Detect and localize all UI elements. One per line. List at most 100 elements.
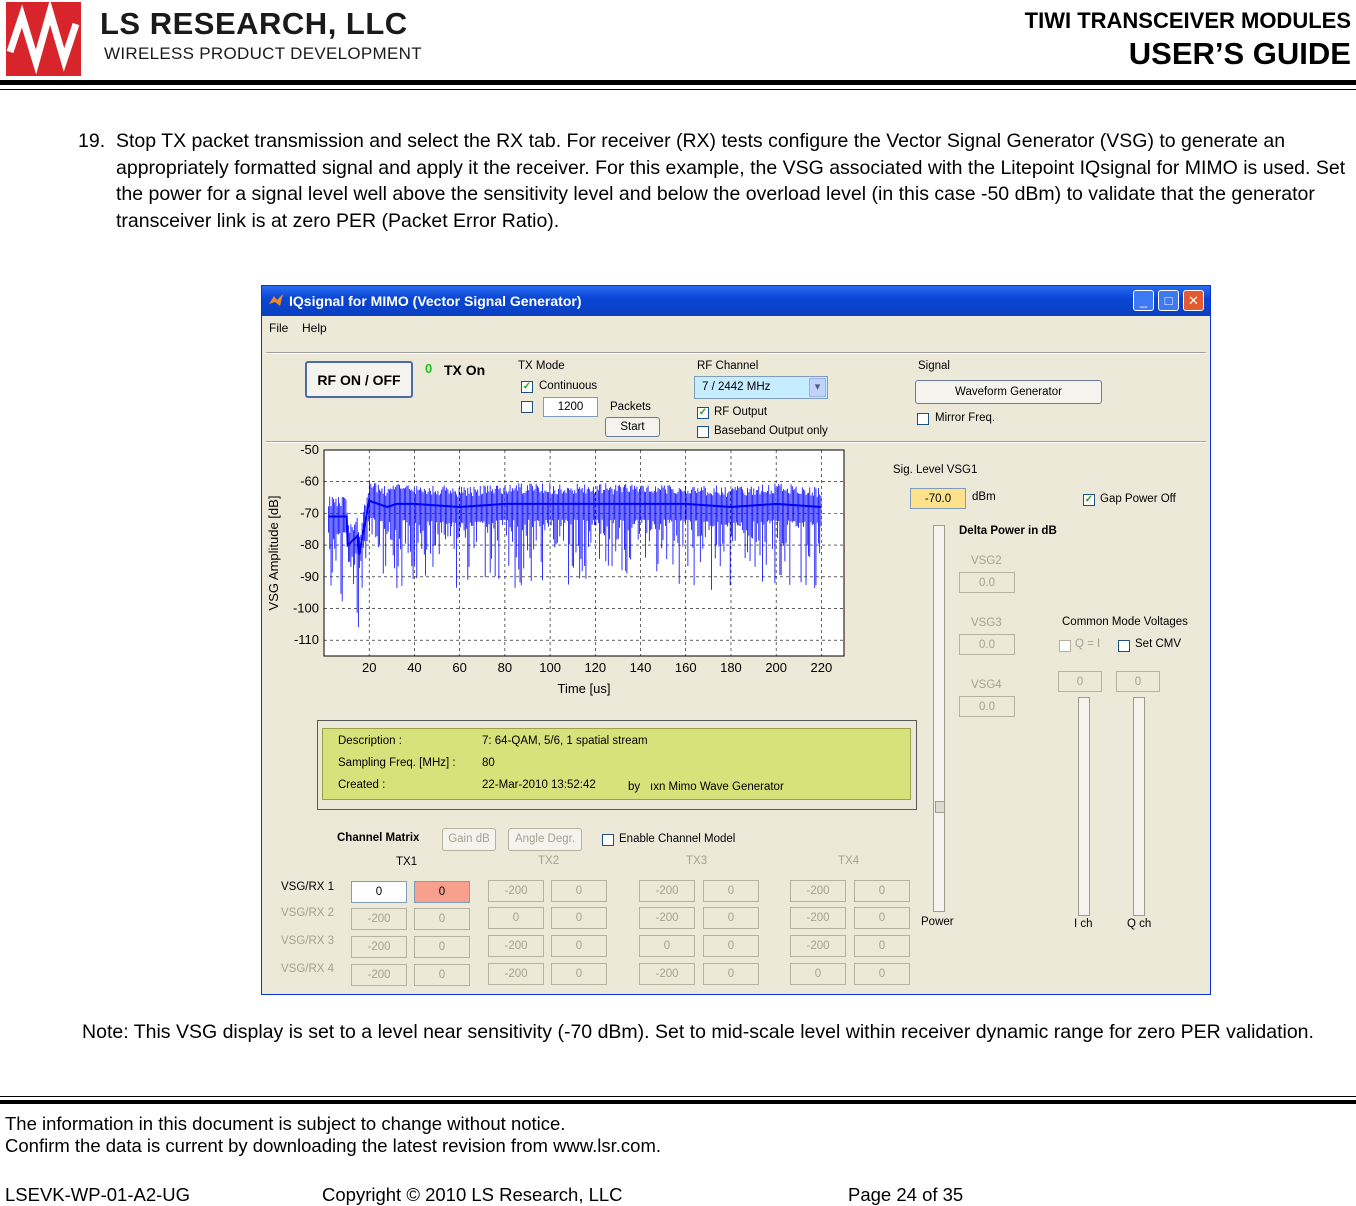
rf-output-checkbox[interactable]: ✓ [697, 407, 709, 419]
header-rule-thin [0, 89, 1356, 90]
matrix-cell[interactable]: -200 [351, 908, 407, 930]
matrix-cell[interactable]: 0 [414, 964, 470, 986]
company-name: LS RESEARCH, LLC [100, 6, 408, 41]
matrix-cell[interactable]: -200 [488, 935, 544, 957]
matrix-cell[interactable]: 0 [488, 907, 544, 929]
matrix-cell[interactable]: -200 [351, 964, 407, 986]
x-tick-label: 100 [539, 660, 561, 675]
x-tick-label: 140 [630, 660, 652, 675]
gap-power-checkbox[interactable]: ✓ [1083, 494, 1095, 506]
matrix-cell[interactable]: 0 [703, 907, 759, 929]
enable-channel-model-checkbox[interactable] [602, 834, 614, 846]
chevron-down-icon[interactable]: ▾ [809, 378, 826, 397]
matrix-cell[interactable]: 0 [854, 907, 910, 929]
vsg2-input[interactable]: 0.0 [959, 572, 1015, 593]
matrix-cell[interactable]: 0 [414, 908, 470, 930]
matrix-cell[interactable]: 0 [639, 935, 695, 957]
x-tick-label: 220 [811, 660, 833, 675]
logo-waveform-icon [6, 0, 80, 75]
matrix-cell[interactable]: 0 [551, 935, 607, 957]
delta-power-label: Delta Power in dB [959, 525, 1057, 537]
power-slider[interactable] [933, 525, 945, 912]
power-slider-thumb[interactable] [935, 801, 945, 813]
row-label: VSG/RX 1 [281, 881, 335, 893]
vsg3-input[interactable]: 0.0 [959, 634, 1015, 655]
matrix-cell[interactable]: -200 [790, 880, 846, 902]
matrix-cell[interactable]: 0 [551, 880, 607, 902]
matrix-cell[interactable]: -200 [639, 963, 695, 985]
cmv-i-input[interactable]: 0 [1058, 671, 1102, 692]
gap-power-label: Gap Power Off [1100, 493, 1176, 505]
start-button[interactable]: Start [605, 417, 660, 437]
x-tick-label: 60 [452, 660, 466, 675]
matrix-cell[interactable]: -200 [488, 963, 544, 985]
step-paragraph: 19. Stop TX packet transmission and sele… [78, 128, 1346, 234]
matrix-cell[interactable]: 0 [854, 880, 910, 902]
mirror-freq-checkbox[interactable] [917, 413, 929, 425]
angle-degr-button[interactable]: Angle Degr. [508, 828, 582, 851]
continuous-label: Continuous [539, 380, 598, 392]
row-label: VSG/RX 2 [281, 907, 335, 919]
matrix-cell[interactable]: -200 [351, 936, 407, 958]
step-text: Stop TX packet transmission and select t… [116, 130, 1346, 232]
cmv-q-input[interactable]: 0 [1116, 671, 1160, 692]
matrix-cell[interactable]: 0 [551, 907, 607, 929]
menu-help[interactable]: Help [302, 321, 327, 335]
set-cmv-checkbox[interactable] [1118, 640, 1130, 652]
matrix-cell[interactable]: 0 [414, 881, 470, 903]
qi-checkbox[interactable] [1059, 640, 1071, 652]
maximize-button[interactable]: □ [1158, 290, 1179, 311]
minimize-button[interactable]: _ [1133, 290, 1154, 311]
x-tick-label: 180 [720, 660, 742, 675]
vsg-amplitude-chart: -50 -60 -70 -80 -90 -100 -110 20 40 60 80 100 120 140… [266, 442, 845, 696]
matrix-cell[interactable]: -200 [639, 880, 695, 902]
matrix-cell[interactable]: 0 [854, 935, 910, 957]
matrix-cell[interactable]: 0 [703, 935, 759, 957]
packet-count-input[interactable]: 1200 [543, 397, 598, 417]
menu-file[interactable]: File [269, 321, 288, 335]
tx4-header: TX4 [838, 855, 860, 867]
matrix-cell[interactable]: -200 [488, 880, 544, 902]
matrix-cell[interactable]: 0 [790, 963, 846, 985]
vsg4-input[interactable]: 0.0 [959, 696, 1015, 717]
company-logo [6, 0, 81, 76]
x-tick-label: 200 [765, 660, 787, 675]
packets-label: Packets [610, 401, 651, 413]
matrix-cell[interactable]: 0 [854, 963, 910, 985]
matrix-cell[interactable]: 0 [414, 936, 470, 958]
close-button[interactable]: ✕ [1183, 290, 1204, 311]
rf-on-off-button[interactable]: RF ON / OFF [305, 361, 413, 398]
packets-checkbox[interactable] [521, 401, 533, 413]
matrix-cell[interactable]: -200 [790, 907, 846, 929]
x-tick-label: 160 [675, 660, 697, 675]
gain-db-button[interactable]: Gain dB [442, 828, 496, 851]
q-channel-label: Q ch [1127, 918, 1152, 930]
footer-notice: The information in this document is subj… [5, 1113, 566, 1134]
sampling-value: 80 [482, 757, 495, 769]
footer-rule [0, 1100, 1356, 1104]
footer-page-number: Page 24 of 35 [848, 1184, 964, 1205]
vsg2-label: VSG2 [971, 555, 1002, 567]
set-cmv-label: Set CMV [1135, 638, 1182, 650]
matrix-cell[interactable]: 0 [351, 881, 407, 903]
description-panel: Description : 7: 64-QAM, 5/6, 1 spatial … [322, 728, 911, 800]
by-value: ıxn Mimo Wave Generator [650, 781, 784, 793]
matrix-cell[interactable]: 0 [703, 963, 759, 985]
matrix-cell[interactable]: 0 [551, 963, 607, 985]
created-value: 22-Mar-2010 13:52:42 [482, 779, 596, 791]
baseband-checkbox[interactable] [697, 426, 709, 438]
tx3-header: TX3 [686, 855, 708, 867]
matrix-cell[interactable]: -200 [639, 907, 695, 929]
matrix-cell[interactable]: -200 [790, 935, 846, 957]
i-channel-slider[interactable] [1078, 697, 1090, 916]
rf-channel-select[interactable]: 7 / 2442 MHz ▾ [694, 376, 828, 399]
waveform-generator-button[interactable]: Waveform Generator [915, 380, 1102, 404]
header-rule [0, 80, 1356, 85]
q-channel-slider[interactable] [1133, 697, 1145, 916]
tx2-header: TX2 [538, 855, 560, 867]
continuous-checkbox[interactable]: ✓ [521, 381, 533, 393]
document-title: TIWI TRANSCEIVER MODULES [1024, 8, 1351, 33]
matrix-cell[interactable]: 0 [703, 880, 759, 902]
menu-bar: File Help [262, 316, 1210, 338]
sig-level-input[interactable]: -70.0 [910, 488, 966, 509]
